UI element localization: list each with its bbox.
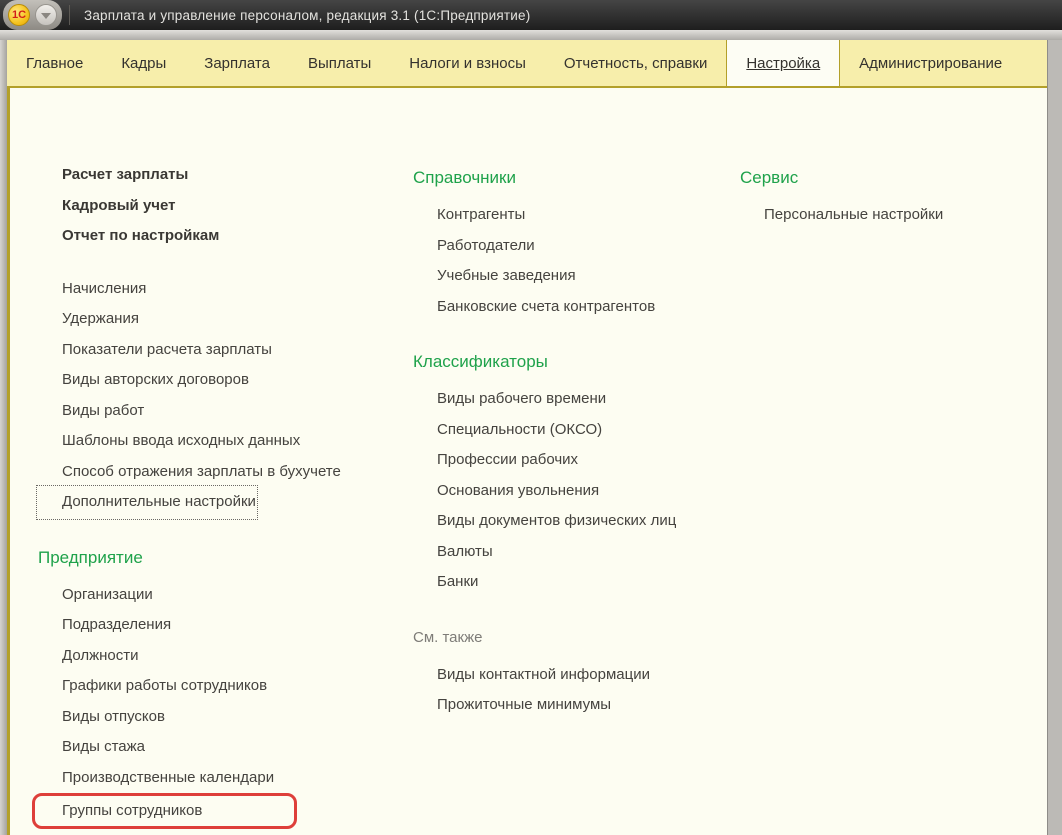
menu-link[interactable]: Отчет по настройкам xyxy=(38,221,341,252)
menu-section-header: Сервис xyxy=(740,160,943,196)
menu-link[interactable]: Валюты xyxy=(413,537,676,568)
menu-link[interactable]: Графики работы сотрудников xyxy=(38,671,341,702)
menu-link[interactable]: Профессии рабочих xyxy=(413,445,676,476)
tab-kadry[interactable]: Кадры xyxy=(102,40,185,86)
menu-link[interactable]: Кадровый учет xyxy=(38,191,341,222)
window-frame-left xyxy=(0,40,7,835)
window-menu-button[interactable] xyxy=(35,4,57,26)
menu-link[interactable]: Виды стажа xyxy=(38,732,341,763)
menu-link[interactable]: Расчет зарплаты xyxy=(38,160,341,191)
settings-menu-panel: Расчет зарплатыКадровый учетОтчет по нас… xyxy=(7,88,1047,835)
menu-section: Расчет зарплатыКадровый учетОтчет по нас… xyxy=(38,160,341,252)
menu-link[interactable]: Производственные календари xyxy=(38,763,341,794)
menu-link[interactable]: Организации xyxy=(38,580,341,611)
menu-link[interactable]: Банки xyxy=(413,567,676,598)
menu-link[interactable]: Виды документов физических лиц xyxy=(413,506,676,537)
titlebar-button-group: 1С xyxy=(3,0,62,30)
menu-section: Сервис Персональные настройки xyxy=(740,160,943,231)
menu-link[interactable]: Основания увольнения xyxy=(413,476,676,507)
tab-nalogi-i-vznosy[interactable]: Налоги и взносы xyxy=(390,40,545,86)
window-title: Зарплата и управление персоналом, редакц… xyxy=(84,8,530,23)
menu-link[interactable]: Виды работ xyxy=(38,396,341,427)
chevron-down-icon xyxy=(41,13,51,19)
menu-link[interactable]: Удержания xyxy=(38,304,341,335)
menu-column-1: Расчет зарплатыКадровый учетОтчет по нас… xyxy=(38,160,341,829)
menu-section-header: См. также xyxy=(413,620,676,656)
menu-section: Справочники КонтрагентыРаботодателиУчебны… xyxy=(413,160,676,322)
menu-link[interactable]: Учебные заведения xyxy=(413,261,676,292)
menu-section: Предприятие ОрганизацииПодразделенияДолжн… xyxy=(38,540,341,830)
menu-section-header: Классификаторы xyxy=(413,344,676,380)
tab-otchetnost-spravki[interactable]: Отчетность, справки xyxy=(545,40,726,86)
titlebar-divider xyxy=(69,5,70,25)
menu-link[interactable]: Контрагенты xyxy=(413,200,676,231)
tab-glavnoe[interactable]: Главное xyxy=(7,40,102,86)
tab-vyplaty[interactable]: Выплаты xyxy=(289,40,390,86)
menu-link[interactable]: Способ отражения зарплаты в бухучете xyxy=(38,457,341,488)
section-tab-bar: ГлавноеКадрыЗарплатаВыплатыНалоги и взно… xyxy=(7,40,1047,88)
tab-administrirovanie[interactable]: Администрирование xyxy=(840,40,1021,86)
menu-link[interactable]: Работодатели xyxy=(413,231,676,262)
menu-link-highlighted[interactable]: Группы сотрудников xyxy=(32,793,297,829)
menu-link[interactable]: Должности xyxy=(38,641,341,672)
menu-link[interactable]: Виды авторских договоров xyxy=(38,365,341,396)
menu-link[interactable]: Персональные настройки xyxy=(740,200,943,231)
menu-section: НачисленияУдержанияПоказатели расчета за… xyxy=(38,274,341,518)
menu-link[interactable]: Подразделения xyxy=(38,610,341,641)
menu-link[interactable]: Показатели расчета зарплаты xyxy=(38,335,341,366)
menu-section: Классификаторы Виды рабочего времениСпеци… xyxy=(413,344,676,598)
menu-link[interactable]: Дополнительные настройки xyxy=(38,487,256,518)
menu-link[interactable]: Виды контактной информации xyxy=(413,660,676,691)
menu-link[interactable]: Прожиточные минимумы xyxy=(413,690,676,721)
title-bar: 1С Зарплата и управление персоналом, ред… xyxy=(0,0,1062,30)
menu-link[interactable]: Виды отпусков xyxy=(38,702,341,733)
tab-zarplata[interactable]: Зарплата xyxy=(185,40,289,86)
window-frame-right xyxy=(1047,40,1062,835)
app-logo-1c-icon: 1С xyxy=(8,4,30,26)
menu-link[interactable]: Начисления xyxy=(38,274,341,305)
tab-nastroyka[interactable]: Настройка xyxy=(726,40,840,86)
menu-link[interactable]: Банковские счета контрагентов xyxy=(413,292,676,323)
menu-section-header: Предприятие xyxy=(38,540,341,576)
menu-column-3: Сервис Персональные настройки xyxy=(740,160,943,231)
menu-link[interactable]: Виды рабочего времени xyxy=(413,384,676,415)
titlebar-bevel xyxy=(0,30,1062,40)
menu-section: См. также Виды контактной информацииПрожи… xyxy=(413,620,676,721)
menu-link[interactable]: Специальности (ОКСО) xyxy=(413,415,676,446)
menu-column-2: Справочники КонтрагентыРаботодателиУчебны… xyxy=(413,160,676,721)
menu-section-header: Справочники xyxy=(413,160,676,196)
menu-link[interactable]: Шаблоны ввода исходных данных xyxy=(38,426,341,457)
